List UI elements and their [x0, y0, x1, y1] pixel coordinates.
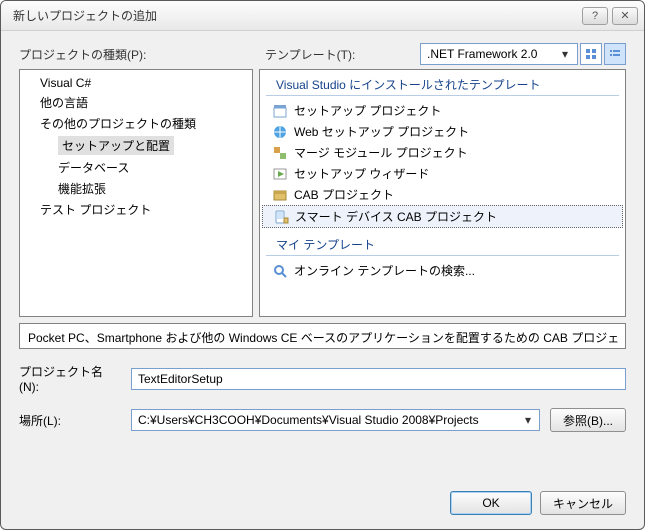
- ok-button[interactable]: OK: [450, 491, 532, 515]
- name-row: プロジェクト名(N):: [19, 363, 626, 394]
- template-item[interactable]: セットアップ ウィザード: [262, 163, 623, 184]
- tree-item-label: セットアップと配置: [58, 136, 174, 155]
- location-value: C:¥Users¥CH3COOH¥Documents¥Visual Studio…: [138, 413, 521, 427]
- dialog-window: 新しいプロジェクトの追加 ? ✕ プロジェクトの種類(P): テンプレート(T)…: [0, 0, 645, 530]
- window-title: 新しいプロジェクトの追加: [13, 7, 578, 24]
- search-online-icon: [272, 263, 288, 279]
- description-text: Pocket PC、Smartphone および他の Windows CE ベー…: [28, 331, 619, 345]
- project-name-label: プロジェクト名(N):: [19, 363, 121, 394]
- template-label: セットアップ ウィザード: [294, 165, 429, 182]
- location-label: 場所(L):: [19, 412, 121, 429]
- template-item[interactable]: マージ モジュール プロジェクト: [262, 142, 623, 163]
- browse-button[interactable]: 参照(B)...: [550, 408, 626, 432]
- help-button[interactable]: ?: [582, 7, 608, 25]
- location-row: 場所(L): C:¥Users¥CH3COOH¥Documents¥Visual…: [19, 408, 626, 432]
- template-item[interactable]: セットアップ プロジェクト: [262, 100, 623, 121]
- template-label: Web セットアップ プロジェクト: [294, 123, 469, 140]
- my-templates-header: マイ テンプレート: [266, 234, 619, 256]
- project-types-tree[interactable]: Visual C# 他の言語 その他のプロジェクトの種類 セットアップと配置 デ…: [19, 69, 253, 317]
- cancel-label: キャンセル: [553, 497, 613, 511]
- template-item[interactable]: CAB プロジェクト: [262, 184, 623, 205]
- close-icon: ✕: [620, 9, 629, 22]
- template-item[interactable]: オンライン テンプレートの検索...: [262, 260, 623, 281]
- smart-device-cab-icon: [273, 209, 289, 225]
- titlebar: 新しいプロジェクトの追加 ? ✕: [1, 1, 644, 31]
- tree-item[interactable]: データベース: [20, 157, 252, 178]
- template-label: セットアップ プロジェクト: [294, 102, 441, 119]
- template-item[interactable]: Web セットアップ プロジェクト: [262, 121, 623, 142]
- browse-label: 参照(B)...: [563, 414, 613, 428]
- template-label: マージ モジュール プロジェクト: [294, 144, 468, 161]
- small-icons-icon: [585, 48, 597, 60]
- template-label: CAB プロジェクト: [294, 186, 394, 203]
- top-row: プロジェクトの種類(P): テンプレート(T): .NET Framework …: [19, 43, 626, 65]
- tree-item[interactable]: その他のプロジェクトの種類: [20, 113, 252, 134]
- close-button[interactable]: ✕: [612, 7, 638, 25]
- view-small-icons-button[interactable]: [580, 43, 602, 65]
- setup-wizard-icon: [272, 166, 288, 182]
- templates-label: テンプレート(T):: [265, 46, 355, 63]
- templates-list[interactable]: Visual Studio にインストールされたテンプレート セットアップ プロ…: [259, 69, 626, 317]
- button-row: OK キャンセル: [19, 473, 626, 515]
- description-box: Pocket PC、Smartphone および他の Windows CE ベー…: [19, 323, 626, 349]
- installed-templates-header: Visual Studio にインストールされたテンプレート: [266, 74, 619, 96]
- template-item-selected[interactable]: スマート デバイス CAB プロジェクト: [262, 205, 623, 228]
- project-name-input[interactable]: [131, 368, 626, 390]
- view-list-button[interactable]: [604, 43, 626, 65]
- dialog-body: プロジェクトの種類(P): テンプレート(T): .NET Framework …: [1, 31, 644, 529]
- chevron-down-icon: ▾: [557, 47, 573, 61]
- framework-area: .NET Framework 2.0 ▾: [420, 43, 626, 65]
- cab-project-icon: [272, 187, 288, 203]
- tree-item-selected[interactable]: セットアップと配置: [20, 134, 252, 157]
- framework-selected: .NET Framework 2.0: [427, 47, 557, 61]
- framework-dropdown[interactable]: .NET Framework 2.0 ▾: [420, 43, 578, 65]
- cancel-button[interactable]: キャンセル: [540, 491, 626, 515]
- merge-module-icon: [272, 145, 288, 161]
- template-label: スマート デバイス CAB プロジェクト: [295, 208, 497, 225]
- ok-label: OK: [482, 496, 499, 510]
- location-combo[interactable]: C:¥Users¥CH3COOH¥Documents¥Visual Studio…: [131, 409, 540, 431]
- panes: Visual C# 他の言語 その他のプロジェクトの種類 セットアップと配置 デ…: [19, 69, 626, 317]
- web-setup-icon: [272, 124, 288, 140]
- chevron-down-icon: ▾: [521, 413, 535, 427]
- tree-item[interactable]: Visual C#: [20, 74, 252, 92]
- tree-item[interactable]: テスト プロジェクト: [20, 199, 252, 220]
- setup-project-icon: [272, 103, 288, 119]
- tree-item[interactable]: 他の言語: [20, 92, 252, 113]
- template-label: オンライン テンプレートの検索...: [294, 262, 475, 279]
- help-icon: ?: [592, 10, 598, 22]
- project-types-label: プロジェクトの種類(P):: [19, 46, 257, 63]
- list-icon: [609, 48, 621, 60]
- tree-item[interactable]: 機能拡張: [20, 178, 252, 199]
